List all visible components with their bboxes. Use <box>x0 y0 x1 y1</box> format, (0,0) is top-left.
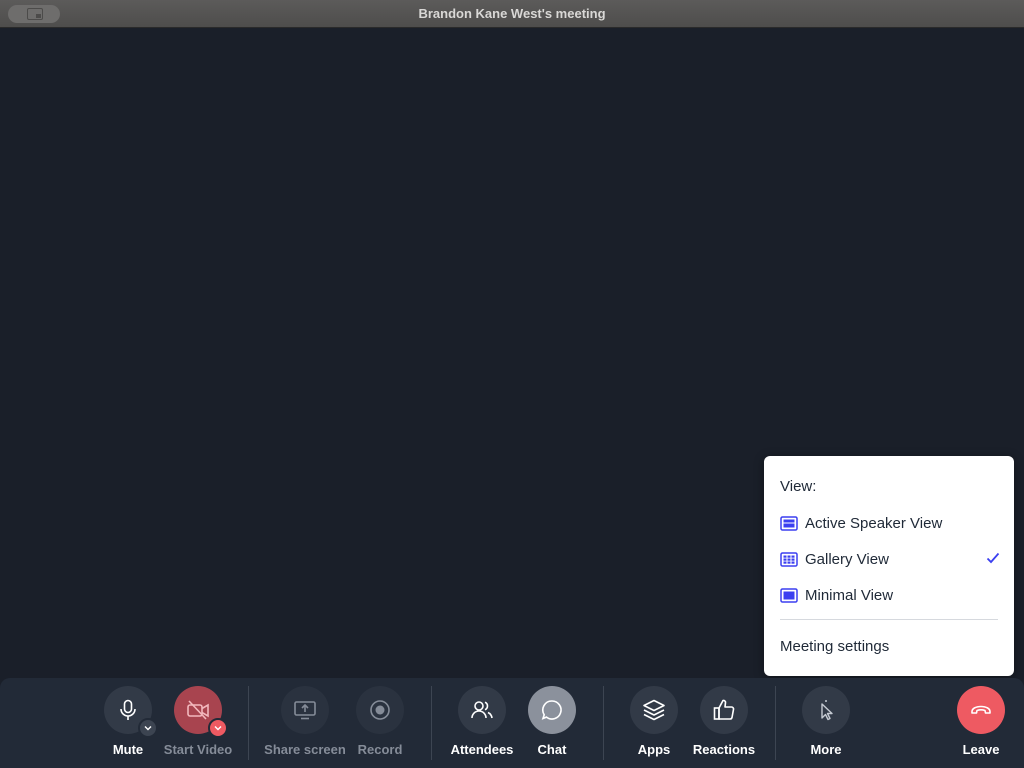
leave-button[interactable]: Leave <box>936 686 1024 757</box>
microphone-icon <box>120 699 136 720</box>
reactions-button[interactable]: Reactions <box>679 686 769 757</box>
gallery-grid-icon <box>780 552 798 567</box>
menu-divider <box>780 619 998 620</box>
more-pointer-icon <box>821 700 833 721</box>
menu-item-gallery-view[interactable]: Gallery View <box>780 548 1000 572</box>
chat-bubble-icon <box>541 700 562 720</box>
meeting-toolbar: Mute Start Video Share screen Record Att… <box>0 678 1024 768</box>
chevron-down-icon <box>144 726 152 731</box>
chat-button[interactable]: Chat <box>507 686 597 757</box>
menu-item-label: Active Speaker View <box>805 515 943 532</box>
start-video-button[interactable]: Start Video <box>153 686 243 757</box>
toolbar-separator <box>775 686 776 760</box>
record-button[interactable]: Record <box>335 686 425 757</box>
attendees-icon <box>471 701 493 719</box>
title-bar: Brandon Kane West's meeting <box>0 0 1024 28</box>
record-label: Record <box>357 742 403 757</box>
menu-item-label: Minimal View <box>805 587 894 604</box>
active-speaker-icon <box>780 516 798 531</box>
view-menu-heading: View: <box>780 478 817 495</box>
start-video-label: Start Video <box>163 742 233 757</box>
layers-icon <box>643 699 665 721</box>
menu-item-minimal-view[interactable]: Minimal View <box>780 584 1000 608</box>
checkmark-icon <box>986 552 1000 564</box>
record-icon <box>370 700 390 720</box>
thumbs-up-icon <box>713 699 735 720</box>
view-menu: View: Active Speaker View Gallery View M… <box>764 456 1014 676</box>
chevron-down-icon <box>214 726 222 731</box>
leave-label: Leave <box>962 742 1000 757</box>
share-screen-icon <box>294 701 316 720</box>
menu-item-label: Gallery View <box>805 551 889 568</box>
hang-up-phone-icon <box>971 705 991 714</box>
more-button[interactable]: More <box>781 686 871 757</box>
video-off-icon <box>187 700 209 720</box>
more-label: More <box>810 742 842 757</box>
window-title: Brandon Kane West's meeting <box>418 6 606 21</box>
meeting-settings-item[interactable]: Meeting settings <box>780 638 889 655</box>
video-options-caret[interactable] <box>208 718 228 738</box>
toolbar-separator <box>603 686 604 760</box>
reactions-label: Reactions <box>692 742 756 757</box>
chat-label: Chat <box>537 742 567 757</box>
minimal-view-icon <box>780 588 798 603</box>
toolbar-separator <box>431 686 432 760</box>
toolbar-separator <box>248 686 249 760</box>
menu-item-active-speaker-view[interactable]: Active Speaker View <box>780 512 1000 536</box>
